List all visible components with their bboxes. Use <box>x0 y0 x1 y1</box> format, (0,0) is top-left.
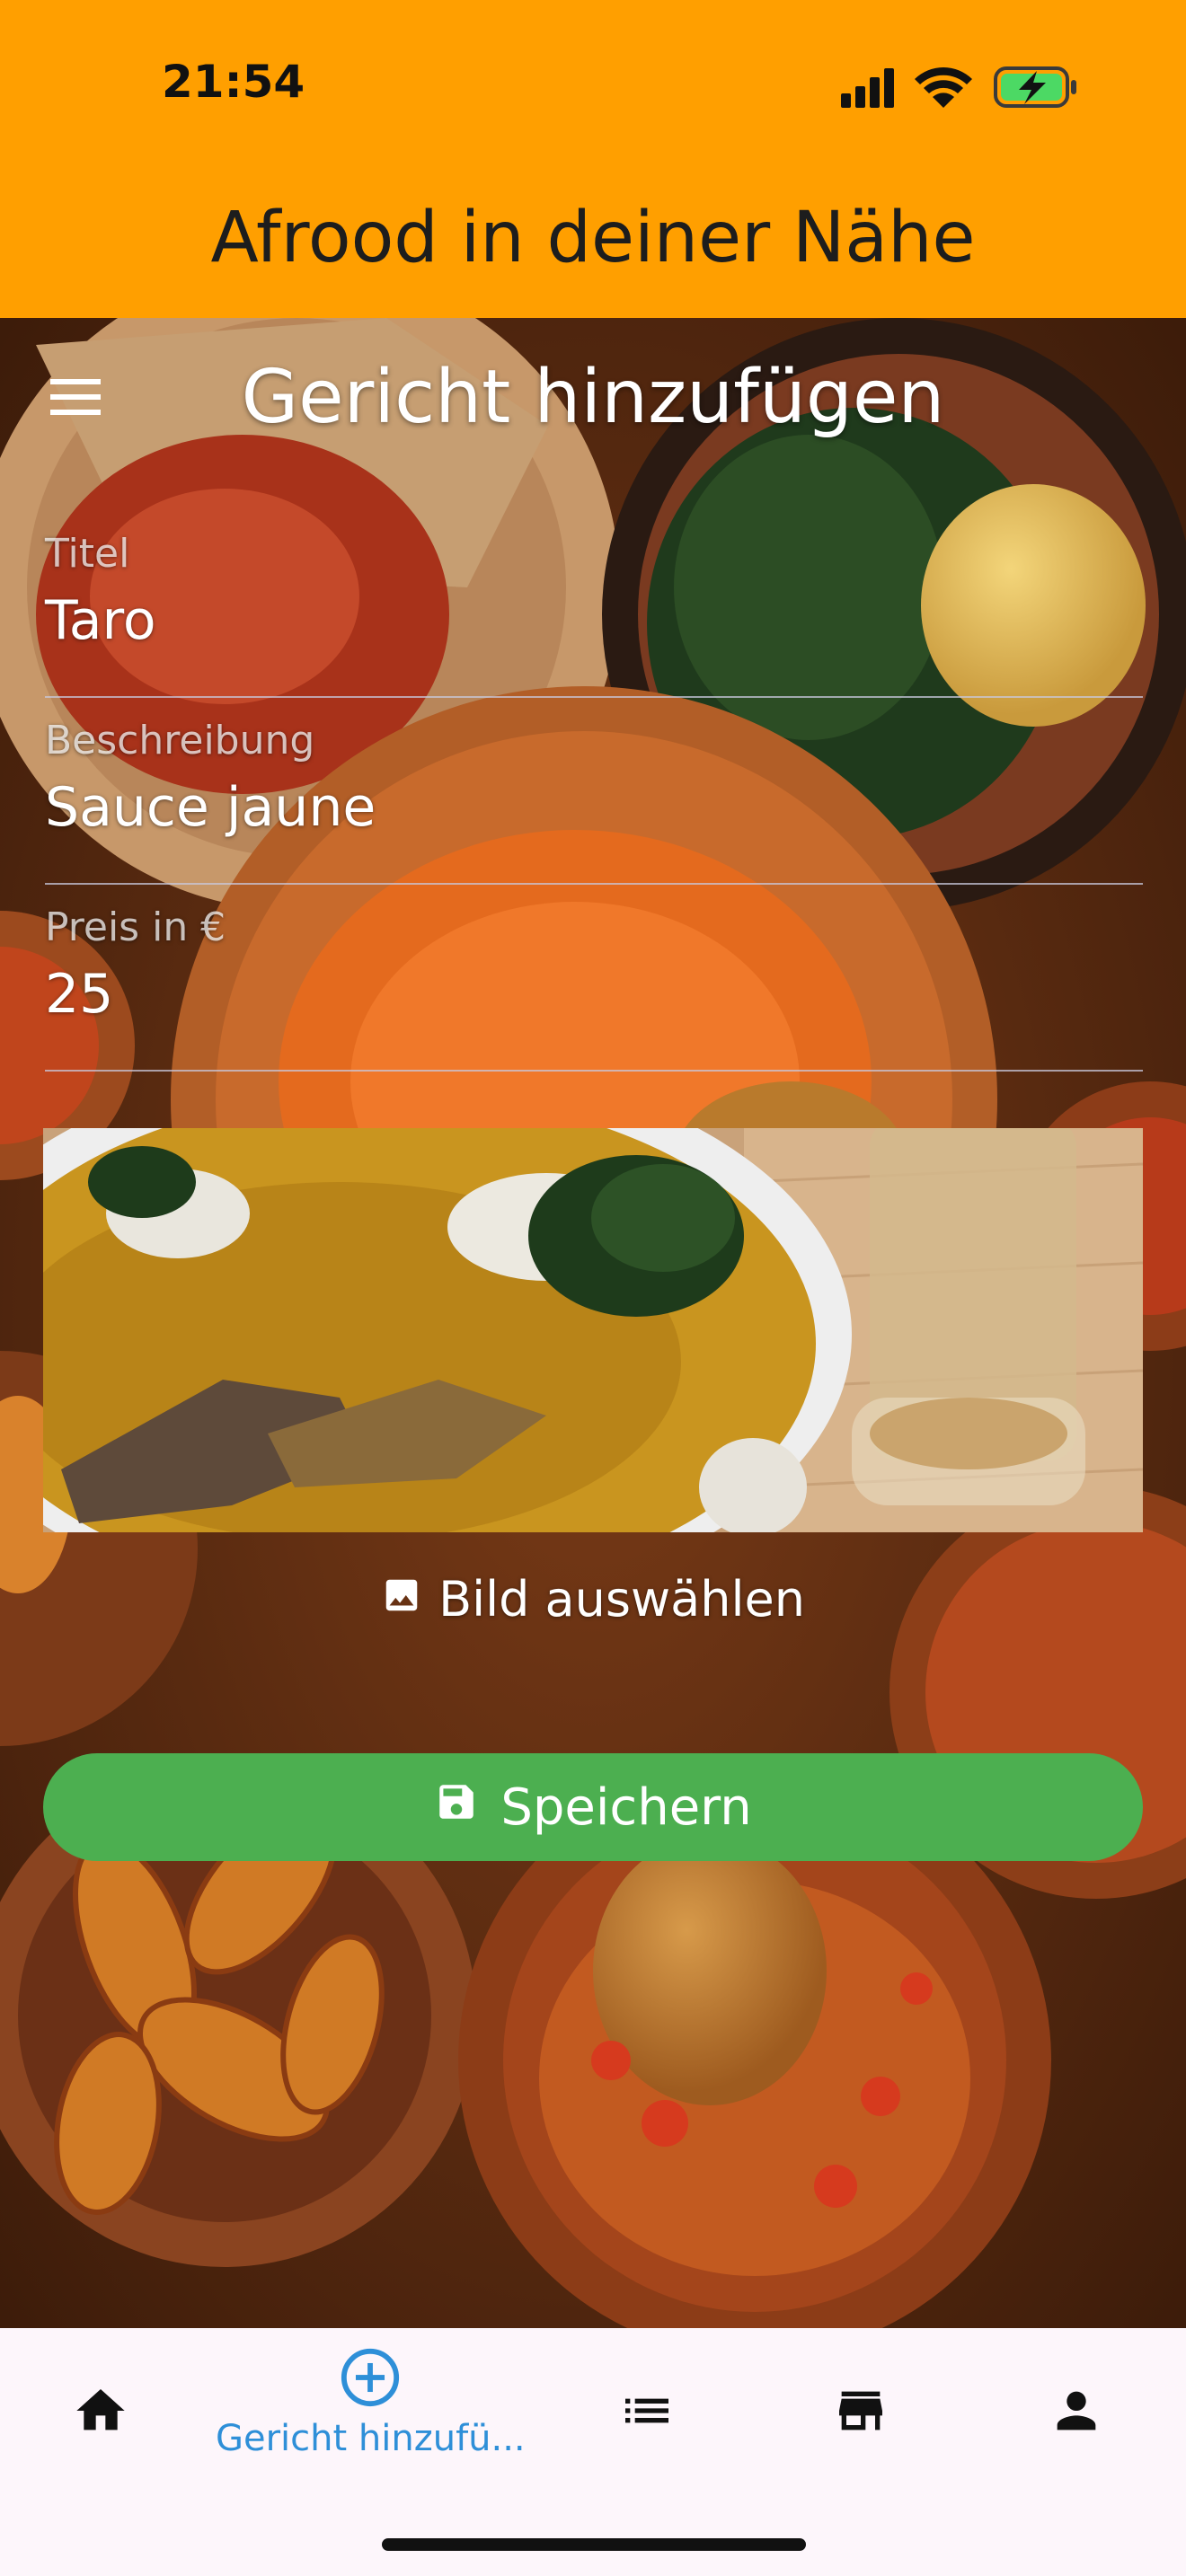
select-image-label: Bild auswählen <box>438 1570 805 1628</box>
store-icon <box>832 2382 890 2443</box>
image-icon <box>381 1571 422 1628</box>
nav-label-add-dish: Gericht hinzufü... <box>216 2418 526 2459</box>
battery-charging-icon <box>994 66 1076 108</box>
screen-title: Gericht hinzufügen <box>241 355 945 440</box>
price-input[interactable]: 25 <box>45 967 1143 1021</box>
dish-preview-image <box>43 1128 1143 1532</box>
save-button[interactable]: Speichern <box>43 1753 1143 1861</box>
save-icon <box>434 1778 479 1837</box>
save-label: Speichern <box>500 1778 752 1837</box>
nav-item-profile[interactable] <box>1048 2382 1105 2443</box>
home-icon <box>72 2382 129 2443</box>
nav-item-home[interactable] <box>72 2382 129 2443</box>
status-icons <box>836 61 1087 111</box>
status-time: 21:54 <box>162 56 305 108</box>
description-label: Beschreibung <box>45 718 315 763</box>
nav-item-store[interactable] <box>832 2382 890 2443</box>
title-label: Titel <box>45 531 130 577</box>
app-title: Afrood in deiner Nähe <box>210 198 976 278</box>
title-input[interactable]: Taro <box>45 594 1143 648</box>
nav-item-add-dish[interactable]: Gericht hinzufü... <box>216 2346 526 2459</box>
price-underline <box>45 1070 1143 1072</box>
nav-item-list[interactable] <box>618 2382 676 2443</box>
list-icon <box>618 2382 676 2443</box>
wifi-icon <box>915 67 972 108</box>
add-circle-icon <box>339 2346 402 2413</box>
description-underline <box>45 883 1143 885</box>
description-field[interactable]: Beschreibung Sauce jaune <box>45 718 1143 885</box>
price-label: Preis in € <box>45 904 226 950</box>
select-image-button[interactable]: Bild auswählen <box>0 1567 1186 1630</box>
cellular-signal-icon <box>841 68 894 108</box>
title-field[interactable]: Titel Taro <box>45 531 1143 698</box>
description-input[interactable]: Sauce jaune <box>45 781 1143 834</box>
person-icon <box>1048 2382 1105 2443</box>
price-field[interactable]: Preis in € 25 <box>45 904 1143 1072</box>
home-indicator <box>382 2538 806 2551</box>
title-underline <box>45 696 1143 698</box>
